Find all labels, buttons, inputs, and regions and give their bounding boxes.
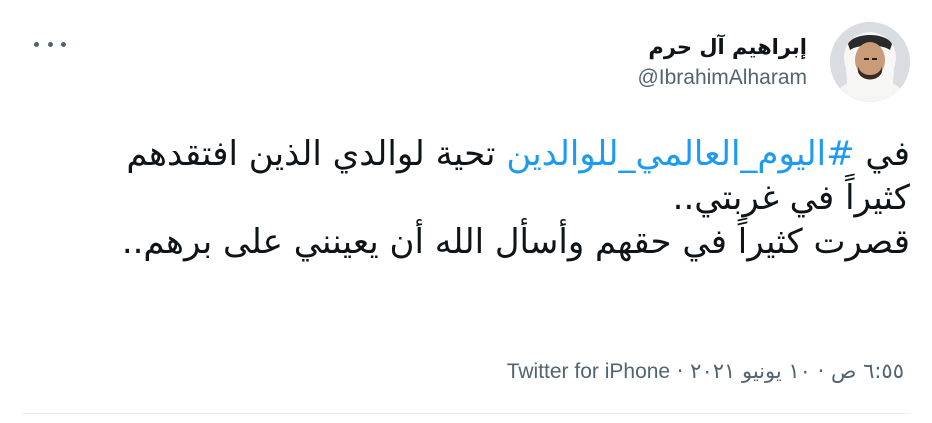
avatar[interactable] [830,22,910,102]
hashtag-link[interactable]: #اليوم_العالمي_للوالدين [506,134,854,174]
tweet-date[interactable]: ١٠ يونيو ٢٠٢١ [690,359,811,383]
author-handle[interactable]: @IbrahimAlharam [637,64,807,92]
divider [22,413,910,414]
more-options-button[interactable] [34,34,66,54]
tweet-header: إبراهيم آل حرم @IbrahimAlharam [22,22,910,102]
tweet-card: إبراهيم آل حرم @IbrahimAlharam في #اليوم… [0,0,932,423]
meta-separator: · [676,359,684,383]
more-dot-icon [61,41,66,47]
tweet-source-link[interactable]: Twitter for iPhone [507,360,670,383]
author-block: إبراهيم آل حرم @IbrahimAlharam [637,34,807,92]
meta-separator: · [817,359,825,383]
tweet-text: في #اليوم_العالمي_للوالدين تحية لوالدي ا… [110,132,910,264]
person-avatar-icon [830,22,910,102]
tweet-metadata: ٦:٥٥ ص · ١٠ يونيو ٢٠٢١ · Twitter for iPh… [507,356,904,387]
more-dot-icon [34,41,39,47]
more-dot-icon [47,41,53,47]
tweet-time[interactable]: ٦:٥٥ ص [831,359,904,383]
author-display-name[interactable]: إبراهيم آل حرم [637,34,807,60]
tweet-text-before: في [854,134,910,174]
